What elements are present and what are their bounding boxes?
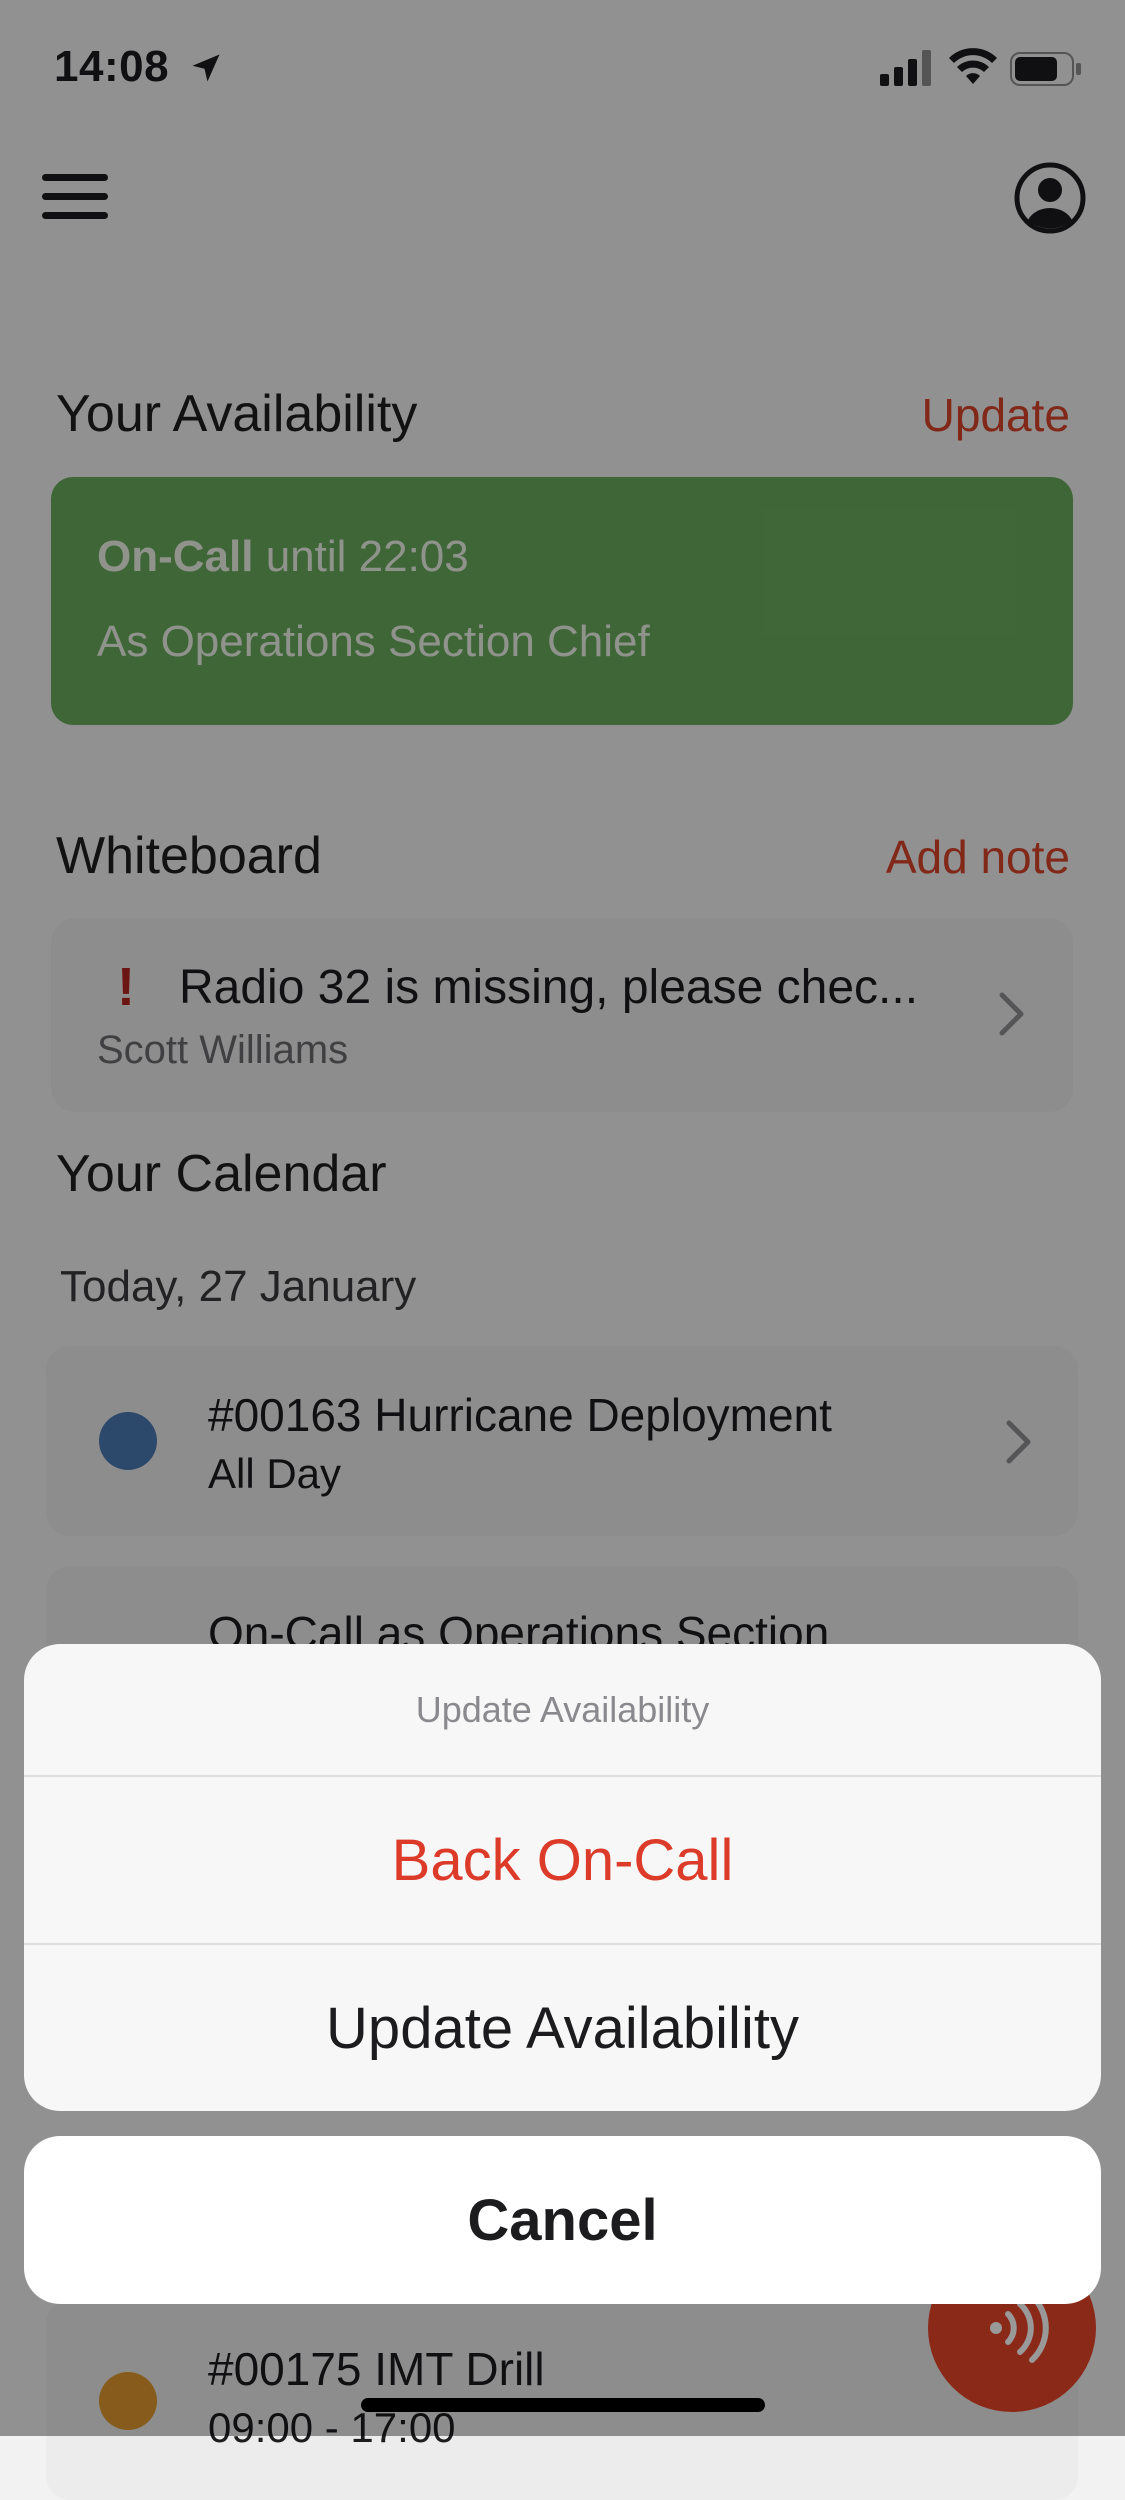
update-availability-button[interactable]: Update Availability	[24, 1945, 1101, 2111]
back-on-call-button[interactable]: Back On-Call	[24, 1777, 1101, 1943]
cancel-button[interactable]: Cancel	[24, 2136, 1101, 2304]
action-sheet-title: Update Availability	[415, 1689, 710, 1730]
home-indicator	[361, 2398, 765, 2412]
action-sheet: Update Availability Back On-Call Update …	[24, 1644, 1101, 2111]
